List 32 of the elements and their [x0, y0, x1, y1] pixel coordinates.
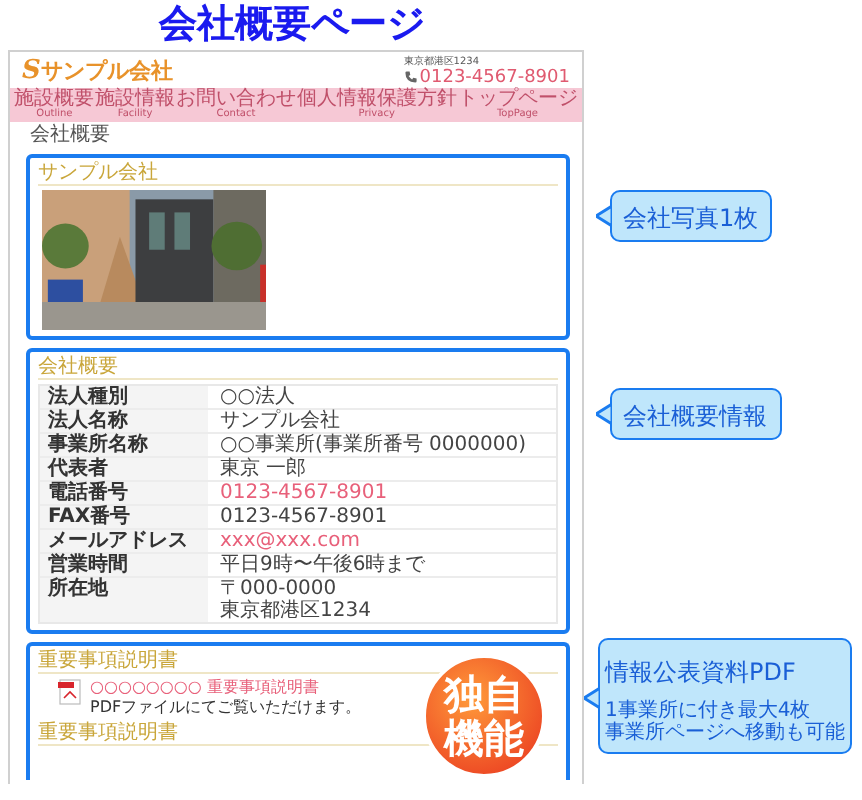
table-cell-text: サンプル会社	[218, 410, 342, 432]
table-cell: FAX番号	[40, 506, 208, 528]
section-heading: 会社概要	[38, 356, 558, 380]
table-cell: 営業時間	[40, 554, 208, 576]
phone-icon	[403, 70, 418, 84]
table-cell-text: 〒000-0000 東京都港区1234	[218, 578, 373, 622]
table-cell[interactable]: xxx@xxx.com	[208, 530, 556, 552]
pointer-icon	[596, 204, 612, 228]
table-cell-text: ○○事業所(事業所番号 0000000)	[218, 434, 528, 456]
page-title: 会社概要ページ	[156, 0, 427, 50]
table-cell[interactable]: 0123-4567-8901	[208, 482, 556, 504]
table-cell: 法人名称	[40, 410, 208, 432]
pdf-note: PDFファイルにてご覧いただけます。	[90, 698, 362, 718]
table-cell: 事業所名称	[40, 434, 208, 456]
pdf-link[interactable]: ○○○○○○○○ 重要事項説明書	[90, 678, 362, 698]
feature-badge: 独自 機能	[422, 654, 546, 778]
pointer-icon	[596, 402, 612, 426]
table-cell: メールアドレス	[40, 530, 208, 552]
table-cell-text: 0123-4567-8901	[218, 506, 390, 528]
table-cell: 法人種別	[40, 386, 208, 408]
section-heading: サンプル会社	[38, 162, 558, 186]
table-cell: 代表者	[40, 458, 208, 480]
table-cell-text: ○○法人	[218, 386, 297, 408]
table-cell-text: 平日9時〜午後6時まで	[218, 554, 428, 576]
phone-number: 0123-4567-8901	[419, 67, 570, 87]
table-cell: 電話番号	[40, 482, 208, 504]
breadcrumb[interactable]: 会社概要	[10, 122, 582, 150]
table-cell: 所在地	[40, 578, 208, 622]
pointer-icon	[584, 686, 600, 710]
pdf-icon	[58, 678, 82, 706]
table-cell-text: 東京 一郎	[218, 458, 309, 480]
logo[interactable]: Sサンプル会社	[22, 55, 173, 85]
